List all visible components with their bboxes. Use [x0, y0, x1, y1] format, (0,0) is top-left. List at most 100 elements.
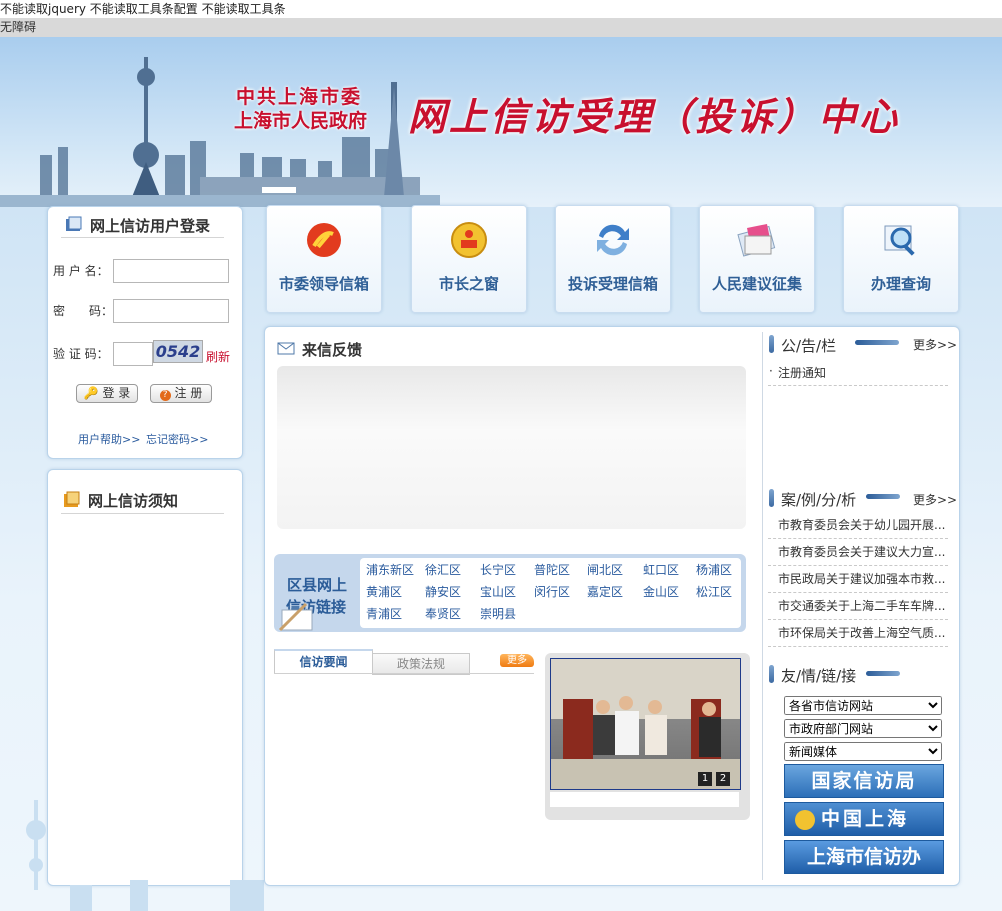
decorative-skyline-footer — [26, 800, 264, 911]
login-panel — [47, 206, 243, 459]
envelope-mail-icon — [737, 224, 776, 257]
emblem-icon — [795, 809, 815, 830]
notebook-pen-icon — [278, 602, 313, 632]
nav-progress-query[interactable]: 办理查询 — [843, 205, 959, 313]
district-link[interactable]: 虹口区 — [643, 561, 679, 578]
right-column-divider — [762, 332, 763, 880]
captcha-image: 0542 — [153, 340, 203, 363]
case-item[interactable]: 市环保局关于改善上海空气质... — [768, 620, 948, 647]
user-help-link[interactable]: 用户帮助>> — [78, 431, 140, 447]
meeting-photo-illustration — [551, 659, 740, 789]
captcha-input[interactable] — [113, 342, 153, 366]
tab-petition-news[interactable]: 信访要闻 — [274, 649, 373, 673]
slide-page-1[interactable]: 1 — [698, 772, 712, 786]
district-link[interactable]: 黄浦区 — [366, 583, 402, 600]
tab-policy-regulations[interactable]: 政策法规 — [372, 653, 470, 675]
announcement-divider — [768, 385, 948, 386]
accessibility-link[interactable]: 无障碍 — [0, 18, 1002, 37]
nav-party-leader-mailbox[interactable]: 市委领导信箱 — [266, 205, 382, 313]
login-title: 网上信访用户登录 — [90, 217, 211, 235]
nav-label: 市委领导信箱 — [278, 275, 369, 293]
china-shanghai-label: 中国上海 — [821, 808, 910, 830]
notice-title: 网上信访须知 — [88, 492, 179, 510]
links-bar-icon — [769, 665, 774, 683]
slide-page-2[interactable]: 2 — [716, 772, 730, 786]
district-link[interactable]: 闵行区 — [534, 583, 570, 600]
national-petition-bureau-banner[interactable]: 国家信访局 — [784, 764, 944, 798]
case-item[interactable]: 市教育委员会关于建议大力宣... — [768, 539, 948, 566]
feedback-content-area — [277, 366, 746, 529]
links-title: 友/情/链/接 — [781, 667, 857, 685]
announcement-item[interactable]: 注册通知 — [778, 364, 826, 381]
announcement-title-deco — [855, 340, 899, 345]
district-link[interactable]: 青浦区 — [366, 605, 402, 622]
district-title-line1: 区县网上 — [287, 576, 348, 594]
nav-label: 办理查询 — [870, 275, 931, 293]
nav-label: 市长之窗 — [438, 275, 499, 293]
district-link[interactable]: 浦东新区 — [366, 561, 414, 578]
cases-title: 案/例/分/析 — [781, 491, 857, 509]
slideshow-caption — [550, 792, 739, 807]
case-item[interactable]: 市民政局关于建议加强本市救... — [768, 566, 948, 593]
key-icon: 🔑 — [83, 386, 99, 400]
arrows-exchange-icon — [597, 224, 629, 256]
login-button[interactable]: 🔑 登 录 — [76, 384, 138, 403]
login-book-icon — [66, 216, 82, 231]
district-link[interactable]: 嘉定区 — [587, 583, 623, 600]
case-item[interactable]: 市交通委关于上海二手车车牌... — [768, 593, 948, 620]
nav-label: 投诉受理信箱 — [567, 275, 658, 293]
announcement-bullet: · — [769, 364, 773, 378]
username-label: 用 户 名： — [53, 264, 109, 278]
forgot-password-link[interactable]: 忘记密码>> — [146, 431, 208, 447]
notice-divider — [61, 513, 224, 514]
province-petition-sites-select[interactable]: 各省市信访网站 — [784, 696, 942, 715]
site-main-title: 网上信访受理（投诉）中心 — [408, 94, 901, 139]
announcement-more-link[interactable]: 更多>> — [913, 336, 957, 353]
password-input[interactable] — [113, 299, 229, 323]
district-link[interactable]: 松江区 — [696, 583, 732, 600]
district-link[interactable]: 长宁区 — [480, 561, 516, 578]
nav-label: 人民建议征集 — [711, 275, 802, 293]
help-icon: ? — [159, 390, 171, 401]
login-title-divider — [61, 237, 224, 238]
nav-public-suggestions[interactable]: 人民建议征集 — [699, 205, 815, 313]
china-shanghai-banner[interactable]: 中国上海 — [784, 802, 944, 836]
district-link[interactable]: 杨浦区 — [696, 561, 732, 578]
case-item[interactable]: 市教育委员会关于幼儿园开展... — [768, 512, 948, 539]
nav-complaint-mailbox[interactable]: 投诉受理信箱 — [555, 205, 671, 313]
cases-bar-icon — [769, 489, 774, 507]
city-departments-select[interactable]: 市政府部门网站 — [784, 719, 942, 738]
district-link[interactable]: 徐汇区 — [425, 561, 461, 578]
cases-title-deco — [866, 494, 900, 499]
captcha-label: 验 证 码： — [53, 347, 109, 361]
register-button[interactable]: ? 注 册 — [150, 384, 212, 403]
magnifier-search-icon — [884, 225, 915, 256]
tab-bar-divider — [274, 673, 534, 674]
news-media-select[interactable]: 新闻媒体 — [784, 742, 942, 761]
news-more-button[interactable]: 更多 — [500, 654, 534, 667]
shanghai-petition-office-banner[interactable]: 上海市信访办 — [784, 840, 944, 874]
login-button-label: 登 录 — [102, 386, 131, 400]
nav-mayor-window[interactable]: 市长之窗 — [411, 205, 527, 313]
notice-book-icon — [64, 491, 80, 507]
cases-more-link[interactable]: 更多>> — [913, 491, 957, 508]
district-link[interactable]: 闸北区 — [587, 561, 623, 578]
district-link[interactable]: 普陀区 — [534, 561, 570, 578]
party-emblem-icon — [307, 223, 341, 257]
script-error-message: 不能读取jquery 不能读取工具条配置 不能读取工具条 — [0, 0, 1002, 18]
password-label: 密 码： — [53, 304, 114, 318]
district-link[interactable]: 奉贤区 — [425, 605, 461, 622]
district-link[interactable]: 宝山区 — [480, 583, 516, 600]
register-button-label: 注 册 — [174, 386, 203, 400]
captcha-refresh-link[interactable]: 刷新 — [206, 348, 230, 365]
district-link[interactable]: 金山区 — [643, 583, 679, 600]
slideshow-photo[interactable] — [550, 658, 741, 790]
district-link[interactable]: 静安区 — [425, 583, 461, 600]
municipal-gov-title: 上海市人民政府 — [234, 110, 368, 132]
links-title-deco — [866, 671, 900, 676]
district-link[interactable]: 崇明县 — [480, 605, 516, 622]
username-input[interactable] — [113, 259, 229, 283]
feedback-title: 来信反馈 — [302, 341, 363, 359]
announcement-title: 公/告/栏 — [781, 337, 837, 355]
national-emblem-icon — [451, 222, 487, 258]
